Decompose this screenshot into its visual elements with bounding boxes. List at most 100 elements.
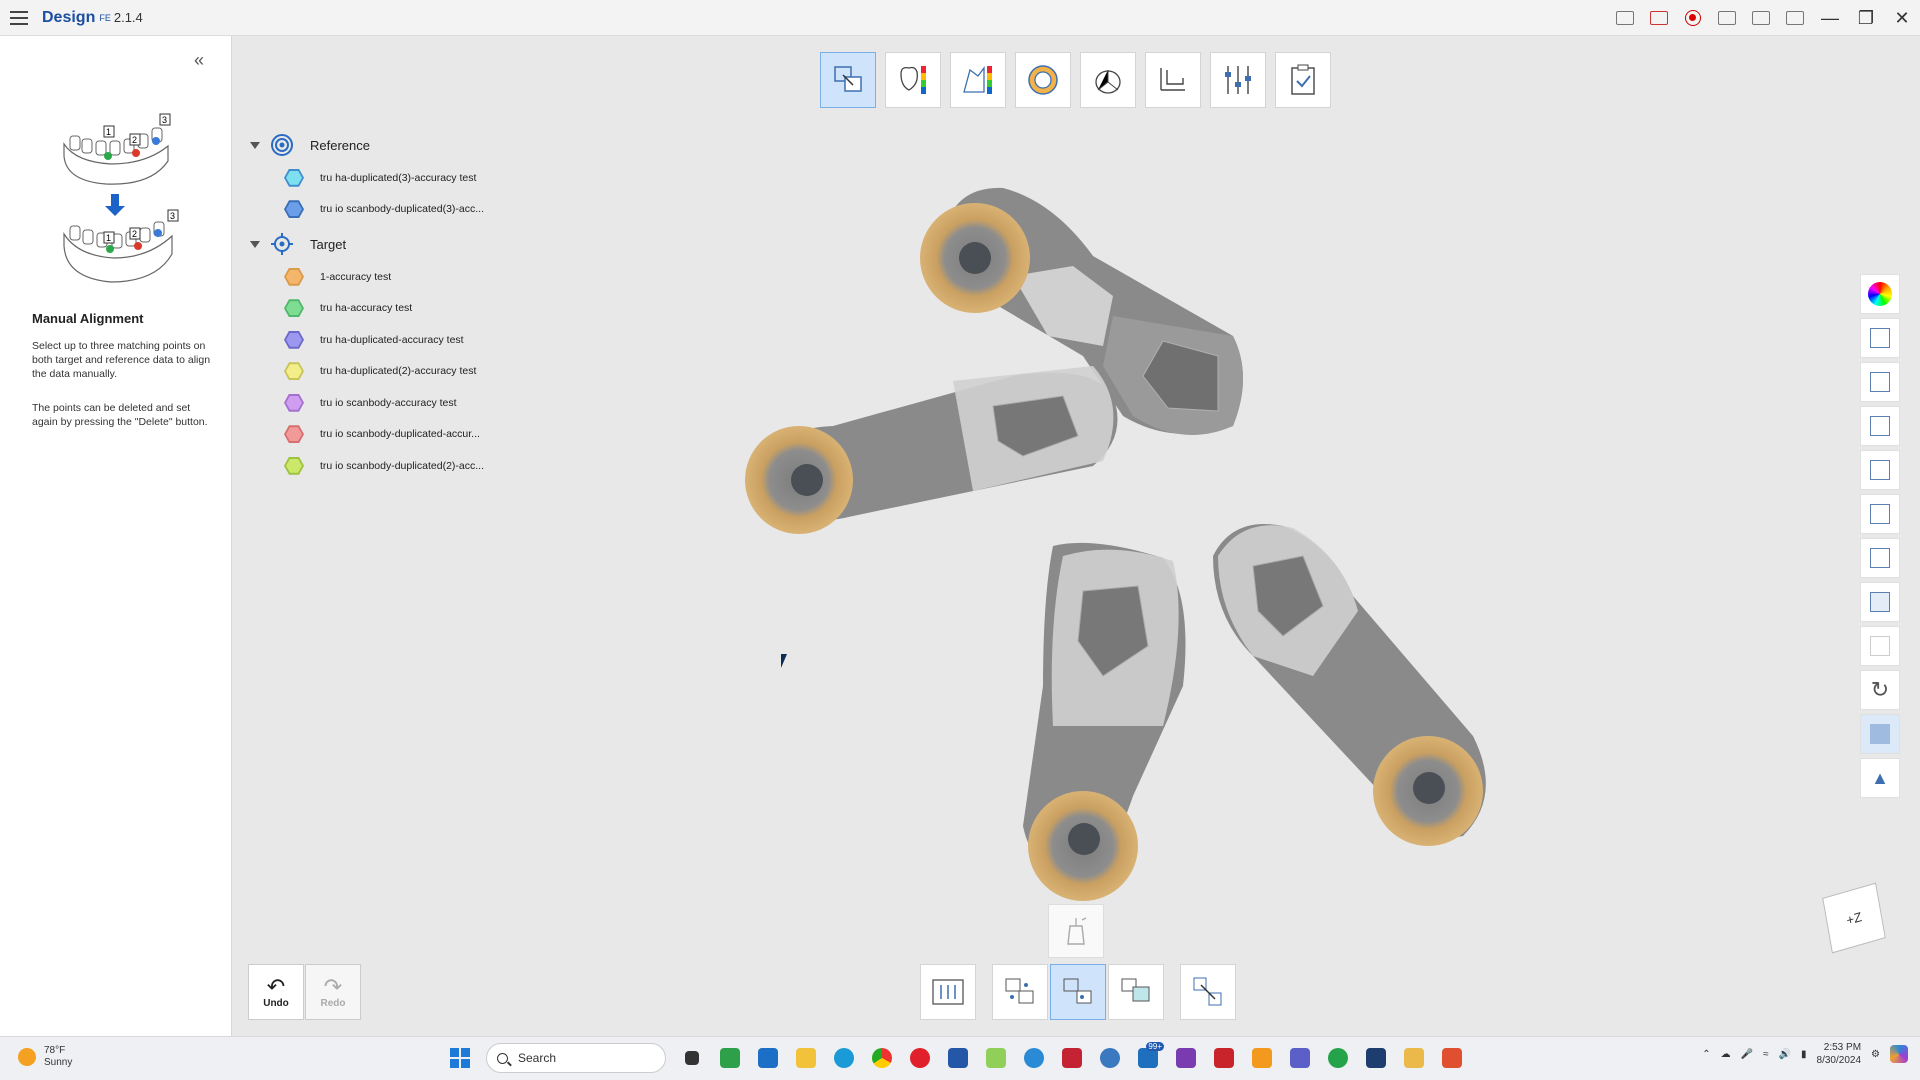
align-settings-button[interactable] bbox=[920, 964, 976, 1020]
view-back-button[interactable] bbox=[1860, 362, 1900, 402]
app-green-icon[interactable] bbox=[714, 1042, 746, 1074]
initial-align-button[interactable] bbox=[1180, 964, 1236, 1020]
app-orange-icon[interactable] bbox=[1246, 1042, 1278, 1074]
view-right-button[interactable] bbox=[1860, 450, 1900, 490]
notifications-app-icon[interactable]: 99+ bbox=[1132, 1042, 1164, 1074]
app-superscript: FE bbox=[99, 12, 111, 23]
view-left-button[interactable] bbox=[1860, 406, 1900, 446]
best-fit-button[interactable] bbox=[1108, 964, 1164, 1020]
model-tool-button[interactable] bbox=[1015, 52, 1071, 108]
color-toggle-button[interactable] bbox=[1860, 274, 1900, 314]
app-c-icon[interactable] bbox=[1436, 1042, 1468, 1074]
record-region-icon[interactable] bbox=[1642, 0, 1676, 36]
manual-align-button[interactable] bbox=[1050, 964, 1106, 1020]
chrome-icon[interactable] bbox=[866, 1042, 898, 1074]
target-item[interactable]: tru ha-duplicated-accuracy test bbox=[250, 324, 510, 356]
copilot-icon[interactable] bbox=[1890, 1045, 1908, 1063]
reference-item[interactable]: tru ha-duplicated(3)-accuracy test bbox=[250, 162, 510, 194]
task-view-icon[interactable] bbox=[676, 1042, 708, 1074]
view-toolbar: ↻ ▲ bbox=[1860, 274, 1900, 798]
app-blue-icon[interactable] bbox=[1018, 1042, 1050, 1074]
delete-point-button[interactable] bbox=[1048, 904, 1104, 958]
color-map-tool-button[interactable] bbox=[885, 52, 941, 108]
stamp-icon: ▲ bbox=[1871, 767, 1889, 788]
sun-icon bbox=[18, 1048, 36, 1066]
app-red-icon[interactable] bbox=[1056, 1042, 1088, 1074]
view-iso-button[interactable] bbox=[1860, 582, 1900, 622]
target-item[interactable]: tru io scanbody-accuracy test bbox=[250, 387, 510, 419]
minimize-button[interactable]: — bbox=[1812, 0, 1848, 36]
camera-icon[interactable] bbox=[1710, 0, 1744, 36]
volume-icon[interactable]: 🔊 bbox=[1779, 1049, 1791, 1060]
app-purple-icon[interactable] bbox=[1170, 1042, 1202, 1074]
notification-bell-icon[interactable]: ⚙ bbox=[1871, 1049, 1880, 1060]
hex-fill bbox=[286, 364, 302, 379]
undo-button[interactable]: ↶ Undo bbox=[248, 964, 304, 1020]
axis-tool-button[interactable] bbox=[1080, 52, 1136, 108]
target-item[interactable]: tru ha-accuracy test bbox=[250, 293, 510, 325]
point-align-button[interactable] bbox=[992, 964, 1048, 1020]
teams-icon[interactable] bbox=[1284, 1042, 1316, 1074]
hex-fill bbox=[286, 427, 302, 442]
report-tool-button[interactable] bbox=[1275, 52, 1331, 108]
outlook-icon[interactable] bbox=[752, 1042, 784, 1074]
eraser-icon bbox=[1067, 917, 1087, 945]
reference-group[interactable]: Reference bbox=[250, 130, 510, 160]
wifi-icon[interactable]: ≈ bbox=[1763, 1049, 1769, 1060]
reference-item[interactable]: tru io scanbody-duplicated(3)-acc... bbox=[250, 194, 510, 226]
illus-label-4: 1 bbox=[106, 233, 111, 243]
reset-view-button[interactable]: ↻ bbox=[1860, 670, 1900, 710]
collapse-panel-icon[interactable]: « bbox=[194, 50, 204, 71]
system-tray: ⌃ ☁ 🎤 ≈ 🔊 ▮ 2:53 PM 8/30/2024 ⚙ bbox=[1702, 1041, 1908, 1067]
settings-tool-button[interactable] bbox=[1210, 52, 1266, 108]
maximize-button[interactable]: ❐ bbox=[1848, 0, 1884, 36]
expand-caret-icon[interactable] bbox=[250, 141, 260, 149]
image-icon[interactable] bbox=[1744, 0, 1778, 36]
texture-button[interactable]: ▲ bbox=[1860, 758, 1900, 798]
alignment-tool-button[interactable] bbox=[820, 52, 876, 108]
file-explorer-icon[interactable] bbox=[790, 1042, 822, 1074]
app-swirl-icon[interactable] bbox=[1094, 1042, 1126, 1074]
expand-caret-icon[interactable] bbox=[250, 240, 260, 248]
chevron-up-icon[interactable]: ⌃ bbox=[1702, 1049, 1710, 1060]
menu-icon[interactable] bbox=[0, 0, 38, 36]
view-bottom-button[interactable] bbox=[1860, 538, 1900, 578]
measure-tool-button[interactable] bbox=[1145, 52, 1201, 108]
microphone-icon[interactable]: 🎤 bbox=[1741, 1049, 1753, 1060]
shading-button[interactable] bbox=[1860, 714, 1900, 754]
deviation-tool-button[interactable] bbox=[950, 52, 1006, 108]
cloud-icon[interactable]: ☁ bbox=[1721, 1049, 1731, 1060]
close-button[interactable]: ✕ bbox=[1884, 0, 1920, 36]
app-chart-icon[interactable] bbox=[980, 1042, 1012, 1074]
target-item[interactable]: tru io scanbody-duplicated-accur... bbox=[250, 419, 510, 451]
powershell-icon[interactable] bbox=[942, 1042, 974, 1074]
target-group[interactable]: Target bbox=[250, 229, 510, 259]
target-item[interactable]: 1-accuracy test bbox=[250, 261, 510, 293]
hex-fill bbox=[286, 269, 302, 284]
opera-icon[interactable] bbox=[904, 1042, 936, 1074]
redo-button[interactable]: ↷ Redo bbox=[305, 964, 361, 1020]
target-item[interactable]: tru ha-duplicated(2)-accuracy test bbox=[250, 356, 510, 388]
record-icon[interactable] bbox=[1676, 0, 1710, 36]
app-version: 2.1.4 bbox=[113, 10, 143, 25]
hex-color-icon bbox=[284, 267, 304, 286]
window-capture-icon[interactable] bbox=[1778, 0, 1812, 36]
taskbar-search[interactable]: Search bbox=[486, 1043, 666, 1073]
whatsapp-icon[interactable] bbox=[1322, 1042, 1354, 1074]
undo-icon: ↶ bbox=[266, 973, 286, 999]
target-item[interactable]: tru io scanbody-duplicated(2)-acc... bbox=[250, 450, 510, 482]
view-top-button[interactable] bbox=[1860, 494, 1900, 534]
weather-widget[interactable]: 78°F Sunny bbox=[18, 1045, 72, 1069]
taskbar-apps: Search 99+ bbox=[444, 1042, 1468, 1074]
hex-fill bbox=[286, 202, 302, 217]
screenshot-icon[interactable] bbox=[1608, 0, 1642, 36]
acrobat-icon[interactable] bbox=[1208, 1042, 1240, 1074]
teamviewer-icon[interactable] bbox=[1360, 1042, 1392, 1074]
design-app-icon[interactable] bbox=[1398, 1042, 1430, 1074]
view-front-button[interactable] bbox=[1860, 318, 1900, 358]
split-view-button[interactable] bbox=[1860, 626, 1900, 666]
clock[interactable]: 2:53 PM 8/30/2024 bbox=[1817, 1041, 1862, 1067]
battery-icon[interactable]: ▮ bbox=[1801, 1049, 1807, 1060]
windows-start-icon[interactable] bbox=[444, 1042, 476, 1074]
edge-icon[interactable] bbox=[828, 1042, 860, 1074]
